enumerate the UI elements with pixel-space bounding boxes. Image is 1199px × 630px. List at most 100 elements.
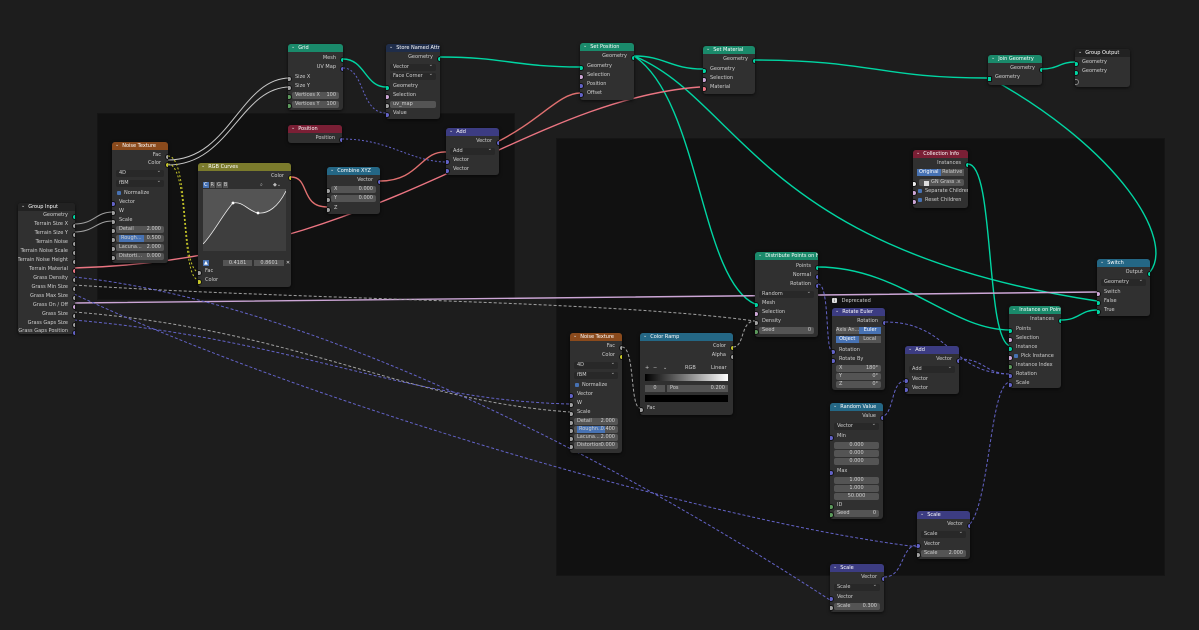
socket[interactable] [580, 82, 584, 89]
socket[interactable] [830, 511, 834, 518]
node-header[interactable]: Set Position [580, 43, 634, 51]
socket[interactable] [1097, 308, 1101, 315]
socket[interactable] [1097, 290, 1101, 297]
node-vector-scale[interactable]: Scale Vector Scale Vector Scale2.000 [917, 511, 970, 559]
socket[interactable] [71, 267, 75, 274]
socket[interactable] [703, 76, 707, 83]
socket[interactable] [386, 84, 390, 91]
socket[interactable] [814, 273, 818, 280]
lacunarity-field[interactable]: Lacuna... 2.000 [116, 244, 164, 251]
socket[interactable] [112, 227, 116, 234]
socket[interactable] [71, 285, 75, 292]
socket[interactable] [446, 158, 450, 165]
socket[interactable] [446, 167, 450, 174]
socket[interactable] [71, 240, 75, 247]
node-random-value[interactable]: Random Value Value Vector Min 0.000 0.00… [830, 403, 883, 519]
node-header[interactable]: Scale [830, 564, 884, 572]
socket[interactable] [112, 218, 116, 225]
socket[interactable] [198, 278, 202, 285]
socket[interactable] [830, 604, 834, 611]
node-header[interactable]: Noise Texture [570, 333, 622, 341]
socket[interactable] [436, 55, 440, 62]
socket[interactable] [327, 206, 331, 213]
detail-field[interactable]: Detail 2.000 [574, 418, 618, 425]
x-field[interactable]: X 0.000 [331, 186, 376, 193]
socket[interactable] [917, 551, 921, 558]
node-vector-add[interactable]: Add Vector Add Vector Vector [446, 128, 499, 175]
socket[interactable] [1009, 345, 1013, 352]
socket[interactable] [1057, 317, 1061, 324]
socket[interactable] [71, 222, 75, 229]
tone-icon[interactable]: ▲ [203, 260, 209, 266]
node-collection-info[interactable]: Collection Info Instances OriginalRelati… [913, 150, 968, 208]
socket[interactable] [288, 75, 292, 82]
socket[interactable] [112, 245, 116, 252]
channel-g-button[interactable]: G [215, 182, 222, 188]
node-header[interactable]: Set Material [703, 46, 755, 54]
socket[interactable] [755, 328, 759, 335]
stop-index-field[interactable]: 0 [645, 385, 665, 392]
node-header[interactable]: Distribute Points on Fac... [755, 252, 818, 260]
socket[interactable] [905, 377, 909, 384]
socket[interactable] [830, 595, 834, 602]
socket[interactable] [570, 443, 574, 450]
node-header[interactable]: Switch [1097, 259, 1150, 267]
object-toggle[interactable]: Object [836, 336, 859, 343]
socket[interactable] [570, 401, 574, 408]
interpolation-dropdown[interactable]: Linear [711, 364, 727, 372]
node-header[interactable]: Collection Info [913, 150, 968, 158]
node-header[interactable]: Instance on Points [1009, 306, 1061, 314]
add-stop-icon[interactable]: + [645, 364, 649, 372]
distortion-field[interactable]: Distorti... 0.000 [116, 253, 164, 260]
dimensions-dropdown[interactable]: 4D [574, 361, 618, 369]
socket[interactable] [618, 344, 622, 351]
socket[interactable] [580, 73, 584, 80]
node-position[interactable]: Position Position [288, 125, 342, 143]
socket[interactable] [755, 310, 759, 317]
socket[interactable] [830, 434, 834, 441]
node-rotate-euler[interactable]: Rotate Euler Rotation Axis An...Euler Ob… [832, 308, 885, 390]
node-noise-texture-2[interactable]: Noise Texture Fac Color 4D fBM Normalize… [570, 333, 622, 453]
socket[interactable] [339, 65, 343, 72]
node-header[interactable]: Combine XYZ [327, 167, 380, 175]
socket[interactable] [1097, 299, 1101, 306]
socket[interactable] [71, 276, 75, 283]
node-grid[interactable]: Grid Mesh UV Map Size X Size Y Vertices … [288, 44, 343, 110]
vertices-y-field[interactable]: Vertices Y 100 [292, 101, 339, 108]
local-toggle[interactable]: Local [858, 336, 881, 343]
socket[interactable] [832, 357, 836, 364]
tools-icon[interactable]: ◆⌄ [273, 182, 281, 188]
socket[interactable] [1075, 78, 1079, 85]
socket[interactable] [618, 353, 622, 360]
socket[interactable] [755, 319, 759, 326]
y-field[interactable]: 0.8601 [254, 260, 284, 266]
socket[interactable] [729, 353, 733, 360]
socket[interactable] [955, 357, 959, 364]
node-header[interactable]: Position [288, 125, 342, 133]
node-store-named-attribute[interactable]: Store Named Attri... Geometry Vector Fac… [386, 44, 440, 119]
color-ramp-gradient[interactable] [645, 374, 728, 381]
node-header[interactable]: Noise Texture [112, 142, 168, 150]
socket[interactable] [964, 161, 968, 168]
channel-c-button[interactable]: C [203, 182, 209, 188]
node-set-material[interactable]: Set Material Geometry Geometry Selection… [703, 46, 755, 94]
socket[interactable] [386, 93, 390, 100]
relative-toggle[interactable]: Relative [940, 169, 964, 176]
distortion-field[interactable]: Distortion 0.000 [574, 442, 618, 449]
max-y-field[interactable]: 1.000 [834, 485, 879, 492]
socket[interactable] [832, 348, 836, 355]
min-x-field[interactable]: 0.000 [834, 442, 879, 449]
socket[interactable] [905, 386, 909, 393]
socket[interactable] [71, 329, 75, 336]
node-header[interactable]: Scale [917, 511, 970, 519]
socket[interactable] [814, 264, 818, 271]
socket[interactable] [71, 312, 75, 319]
socket[interactable] [327, 187, 331, 194]
delete-point-icon[interactable]: ✕ [286, 260, 290, 266]
detail-field[interactable]: Detail 2.000 [116, 226, 164, 233]
node-noise-texture[interactable]: Noise Texture Fac Color 4D fBM Normalize… [112, 142, 168, 263]
color-mode-dropdown[interactable]: RGB [685, 364, 696, 372]
socket[interactable] [879, 414, 883, 421]
socket[interactable] [288, 84, 292, 91]
max-x-field[interactable]: 1.000 [834, 477, 879, 484]
